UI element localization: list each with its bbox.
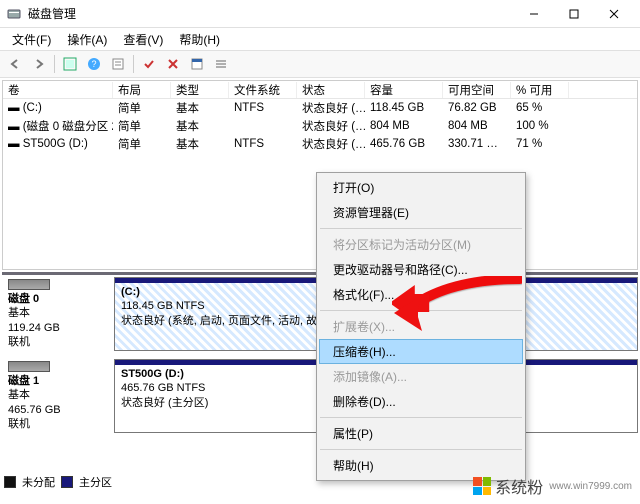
- col-volume[interactable]: 卷: [3, 82, 113, 98]
- ctx-separator: [320, 449, 522, 450]
- list-icon[interactable]: [210, 53, 232, 75]
- ctx-mark-active: 将分区标记为活动分区(M): [319, 232, 523, 257]
- close-button[interactable]: [594, 0, 634, 28]
- unallocated-swatch: [4, 476, 16, 488]
- volume-list-header: 卷 布局 类型 文件系统 状态 容量 可用空间 % 可用: [3, 81, 637, 99]
- delete-icon[interactable]: [162, 53, 184, 75]
- legend-primary: 主分区: [79, 474, 112, 490]
- title-bar: 磁盘管理: [0, 0, 640, 28]
- refresh-scope-icon[interactable]: [59, 53, 81, 75]
- back-button[interactable]: [4, 53, 26, 75]
- col-fs[interactable]: 文件系统: [229, 82, 297, 98]
- legend-unallocated: 未分配: [22, 474, 55, 490]
- list-row[interactable]: ▬ (C:) 简单 基本 NTFS 状态良好 (… 118.45 GB 76.8…: [3, 99, 637, 117]
- check-icon[interactable]: [138, 53, 160, 75]
- maximize-button[interactable]: [554, 0, 594, 28]
- ctx-properties[interactable]: 属性(P): [319, 421, 523, 446]
- col-pct[interactable]: % 可用: [511, 82, 569, 98]
- col-capacity[interactable]: 容量: [365, 82, 443, 98]
- toolbar: ?: [0, 50, 640, 78]
- ctx-separator: [320, 417, 522, 418]
- ctx-extend: 扩展卷(X)...: [319, 314, 523, 339]
- menu-bar: 文件(F) 操作(A) 查看(V) 帮助(H): [0, 28, 640, 50]
- forward-button[interactable]: [28, 53, 50, 75]
- app-icon: [6, 6, 22, 22]
- watermark-text: 系统粉: [495, 474, 543, 498]
- ctx-change-letter[interactable]: 更改驱动器号和路径(C)...: [319, 257, 523, 282]
- svg-text:?: ?: [91, 59, 96, 69]
- windows-logo-icon: [473, 477, 491, 495]
- settings-icon[interactable]: [107, 53, 129, 75]
- col-type[interactable]: 类型: [171, 82, 229, 98]
- window-controls: [514, 0, 634, 28]
- help-icon[interactable]: ?: [83, 53, 105, 75]
- window-title: 磁盘管理: [28, 5, 514, 22]
- ctx-add-mirror: 添加镜像(A)...: [319, 364, 523, 389]
- ctx-delete[interactable]: 删除卷(D)...: [319, 389, 523, 414]
- col-layout[interactable]: 布局: [113, 82, 171, 98]
- ctx-separator: [320, 310, 522, 311]
- properties-icon[interactable]: [186, 53, 208, 75]
- ctx-open[interactable]: 打开(O): [319, 175, 523, 200]
- menu-help[interactable]: 帮助(H): [171, 29, 228, 50]
- ctx-separator: [320, 228, 522, 229]
- primary-swatch: [61, 476, 73, 488]
- col-status[interactable]: 状态: [297, 82, 365, 98]
- ctx-shrink[interactable]: 压缩卷(H)...: [319, 339, 523, 364]
- disk-info[interactable]: 磁盘 0 基本 119.24 GB 联机: [2, 277, 114, 351]
- watermark-url: www.win7999.com: [549, 481, 632, 492]
- menu-action[interactable]: 操作(A): [59, 29, 115, 50]
- col-free[interactable]: 可用空间: [443, 82, 511, 98]
- minimize-button[interactable]: [514, 0, 554, 28]
- toolbar-separator: [54, 55, 55, 73]
- context-menu: 打开(O) 资源管理器(E) 将分区标记为活动分区(M) 更改驱动器号和路径(C…: [316, 172, 526, 481]
- ctx-explorer[interactable]: 资源管理器(E): [319, 200, 523, 225]
- menu-view[interactable]: 查看(V): [115, 29, 171, 50]
- ctx-format[interactable]: 格式化(F)...: [319, 282, 523, 307]
- watermark: 系统粉 www.win7999.com: [473, 474, 632, 498]
- disk-icon: [8, 361, 50, 372]
- list-row[interactable]: ▬ ST500G (D:) 简单 基本 NTFS 状态良好 (… 465.76 …: [3, 135, 637, 153]
- toolbar-separator: [133, 55, 134, 73]
- menu-file[interactable]: 文件(F): [4, 29, 59, 50]
- list-row[interactable]: ▬ (磁盘 0 磁盘分区 2) 简单 基本 状态良好 (… 804 MB 804…: [3, 117, 637, 135]
- disk-icon: [8, 279, 50, 290]
- legend: 未分配 主分区: [4, 474, 112, 490]
- disk-info[interactable]: 磁盘 1 基本 465.76 GB 联机: [2, 359, 114, 433]
